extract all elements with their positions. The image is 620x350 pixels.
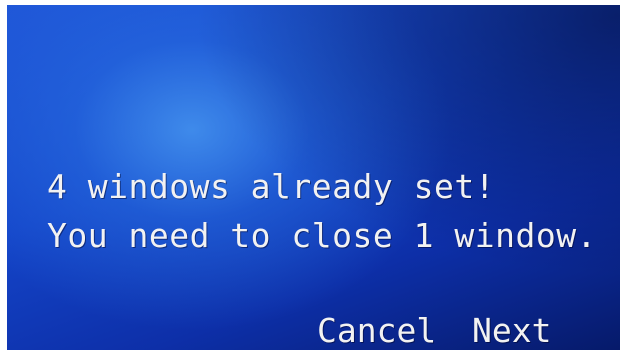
- cancel-button[interactable]: Cancel: [317, 311, 436, 350]
- dialog-screen: 4 windows already set! You need to close…: [7, 5, 620, 350]
- message-line-2: You need to close 1 window.: [47, 216, 597, 255]
- message-line-1: 4 windows already set!: [47, 167, 496, 206]
- next-button[interactable]: Next: [472, 311, 551, 350]
